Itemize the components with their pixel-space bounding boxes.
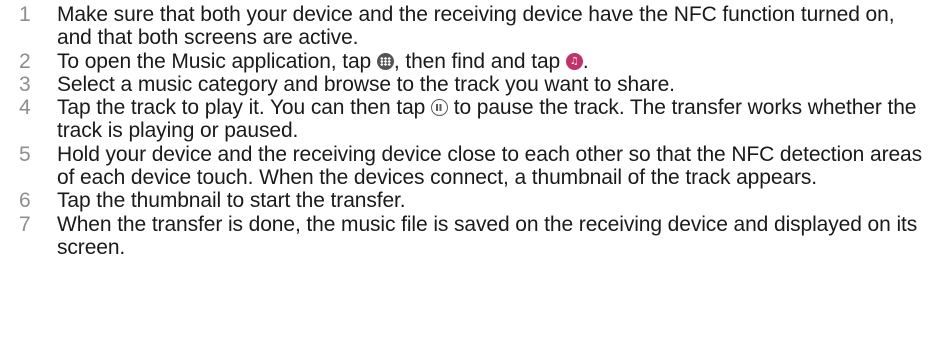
step-1: 1 Make sure that both your device and th…	[0, 3, 928, 50]
step-text: Tap the thumbnail to start the transfer.	[57, 189, 406, 213]
step-number: 2	[19, 49, 31, 73]
step-number: 5	[19, 142, 31, 166]
step-3: 3 Select a music category and browse to …	[0, 73, 928, 96]
instruction-steps: 1 Make sure that both your device and th…	[0, 3, 928, 259]
step-4: 4 Tap the track to play it. You can then…	[0, 96, 928, 143]
step-text: Select a music category and browse to th…	[57, 72, 675, 96]
music-note-icon	[565, 52, 583, 70]
step-text-part: , then find and tap	[393, 49, 566, 73]
step-number: 1	[19, 3, 31, 26]
step-number: 3	[19, 72, 31, 96]
pause-icon	[430, 99, 448, 117]
step-7: 7 When the transfer is done, the music f…	[0, 213, 928, 260]
step-6: 6 Tap the thumbnail to start the transfe…	[0, 189, 928, 212]
step-number: 6	[19, 189, 31, 213]
step-text-part: .	[582, 49, 589, 73]
step-number: 7	[19, 212, 31, 236]
step-5: 5 Hold your device and the receiving dev…	[0, 143, 928, 190]
step-text: Make sure that both your device and the …	[57, 3, 895, 50]
step-text: When the transfer is done, the music fil…	[57, 212, 918, 259]
step-text-part: Tap the track to play it. You can then t…	[57, 96, 431, 120]
step-number: 4	[19, 96, 31, 120]
step-2: 2 To open the Music application, tap , t…	[0, 50, 928, 73]
step-text-part: To open the Music application, tap	[57, 49, 377, 73]
apps-grid-icon	[376, 52, 394, 70]
step-text: Hold your device and the receiving devic…	[57, 142, 923, 190]
